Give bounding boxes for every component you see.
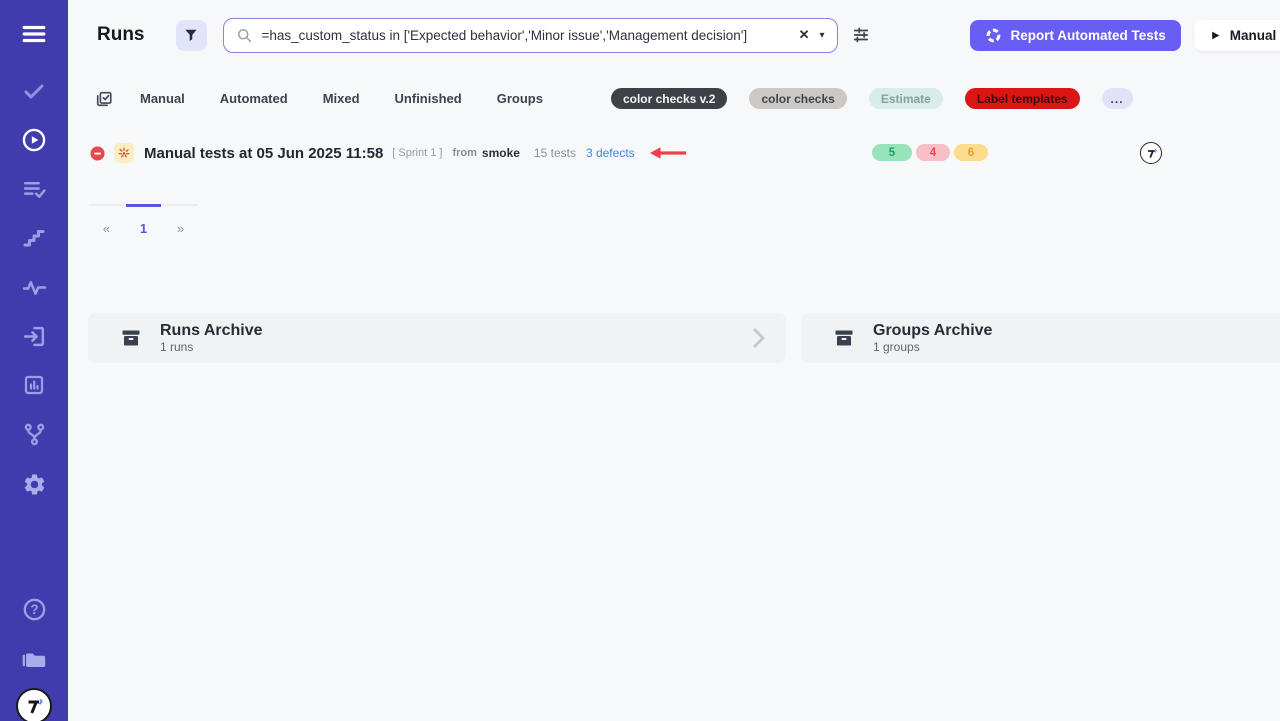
projects-folder-icon[interactable] — [20, 644, 48, 672]
run-tests-count: 15 tests — [534, 146, 576, 160]
analytics-icon[interactable] — [20, 371, 48, 399]
annotation-arrow-icon — [647, 146, 687, 160]
logo[interactable] — [16, 688, 52, 721]
archive-subtitle: 1 groups — [873, 340, 992, 354]
select-all-button[interactable] — [95, 90, 113, 108]
run-row: Manual tests at 05 Jun 2025 11:58 [ Spri… — [68, 141, 1280, 165]
play-icon — [1210, 30, 1221, 41]
chip-label-templates[interactable]: Label templates — [965, 88, 1080, 109]
badge-other[interactable]: 6 — [954, 144, 988, 161]
chevron-right-icon — [752, 327, 766, 349]
manual-run-button[interactable]: Manual R — [1194, 20, 1280, 51]
tab-automated[interactable]: Automated — [220, 91, 288, 106]
filter-button[interactable] — [176, 20, 207, 51]
import-icon[interactable] — [20, 322, 48, 350]
archive-subtitle: 1 runs — [160, 340, 263, 354]
steps-icon[interactable] — [20, 224, 48, 252]
funnel-icon — [183, 27, 199, 43]
run-from-label: from — [452, 147, 476, 159]
report-automated-tests-button[interactable]: Report Automated Tests — [970, 20, 1181, 51]
filter-bar: Manual Automated Mixed Unfinished Groups… — [95, 88, 1275, 109]
pagination: « 1 » — [89, 204, 198, 236]
branch-icon[interactable] — [20, 420, 48, 448]
chip-color-checks[interactable]: color checks — [749, 88, 846, 109]
runs-archive-card[interactable]: Runs Archive 1 runs — [88, 313, 786, 363]
archive-card-text: Runs Archive 1 runs — [160, 322, 263, 354]
pulse-icon[interactable] — [20, 273, 48, 301]
sidebar: ? — [0, 0, 68, 721]
avatar[interactable] — [1140, 142, 1162, 164]
tab-groups[interactable]: Groups — [497, 91, 543, 106]
tab-unfinished[interactable]: Unfinished — [395, 91, 462, 106]
page-title: Runs — [97, 24, 145, 46]
tab-mixed[interactable]: Mixed — [323, 91, 360, 106]
report-button-label: Report Automated Tests — [1011, 28, 1166, 43]
chip-estimate[interactable]: Estimate — [869, 88, 943, 109]
sliders-icon — [852, 26, 870, 44]
run-row-main[interactable]: Manual tests at 05 Jun 2025 11:58 [ Spri… — [90, 141, 687, 165]
pagination-prev[interactable]: « — [89, 204, 124, 236]
help-icon[interactable]: ? — [20, 595, 48, 623]
check-icon[interactable] — [20, 77, 48, 105]
badge-failed[interactable]: 4 — [916, 144, 950, 161]
pagination-next[interactable]: » — [163, 204, 198, 236]
run-source: smoke — [482, 146, 520, 160]
archive-box-icon — [119, 326, 143, 350]
menu-icon[interactable] — [20, 20, 48, 48]
collision-emoji-icon — [114, 143, 134, 163]
run-status-badges: 5 4 6 — [872, 144, 988, 161]
archives-row: Runs Archive 1 runs Groups Archive 1 gro… — [88, 313, 1280, 363]
archive-box-icon — [832, 326, 856, 350]
gear-icon[interactable] — [20, 470, 48, 498]
search-icon — [236, 27, 253, 44]
run-title[interactable]: Manual tests at 05 Jun 2025 11:58 — [144, 145, 383, 162]
checklist-icon[interactable] — [20, 175, 48, 203]
run-sprint-tag: [ Sprint 1 ] — [392, 147, 442, 159]
automation-icon — [985, 27, 1002, 44]
groups-archive-card[interactable]: Groups Archive 1 groups — [801, 313, 1280, 363]
svg-text:?: ? — [30, 602, 38, 617]
select-all-icon — [95, 90, 113, 108]
search-settings-button[interactable] — [852, 26, 870, 44]
badge-passed[interactable]: 5 — [872, 144, 912, 161]
archive-title: Runs Archive — [160, 322, 263, 340]
tab-manual[interactable]: Manual — [140, 91, 185, 106]
header: Runs =has_custom_status in ['Expected be… — [97, 18, 1280, 52]
chip-more[interactable]: ... — [1102, 88, 1133, 109]
search-query: =has_custom_status in ['Expected behavio… — [262, 28, 791, 43]
clear-search-icon[interactable]: ✕ — [799, 27, 810, 43]
chip-color-checks-v2[interactable]: color checks v.2 — [611, 88, 728, 109]
archive-title: Groups Archive — [873, 322, 992, 340]
play-circle-icon[interactable] — [20, 126, 48, 154]
manual-button-label: Manual R — [1230, 28, 1280, 43]
run-defects-link[interactable]: 3 defects — [586, 146, 635, 160]
search-input[interactable]: =has_custom_status in ['Expected behavio… — [223, 18, 838, 53]
blocked-status-icon — [90, 146, 105, 161]
search-dropdown-caret-icon[interactable]: ▾ — [819, 30, 824, 41]
main-content: Runs =has_custom_status in ['Expected be… — [68, 0, 1280, 721]
pagination-page-1[interactable]: 1 — [126, 204, 161, 236]
misspelled-word: behavior — [470, 28, 522, 43]
archive-card-text: Groups Archive 1 groups — [873, 322, 992, 354]
